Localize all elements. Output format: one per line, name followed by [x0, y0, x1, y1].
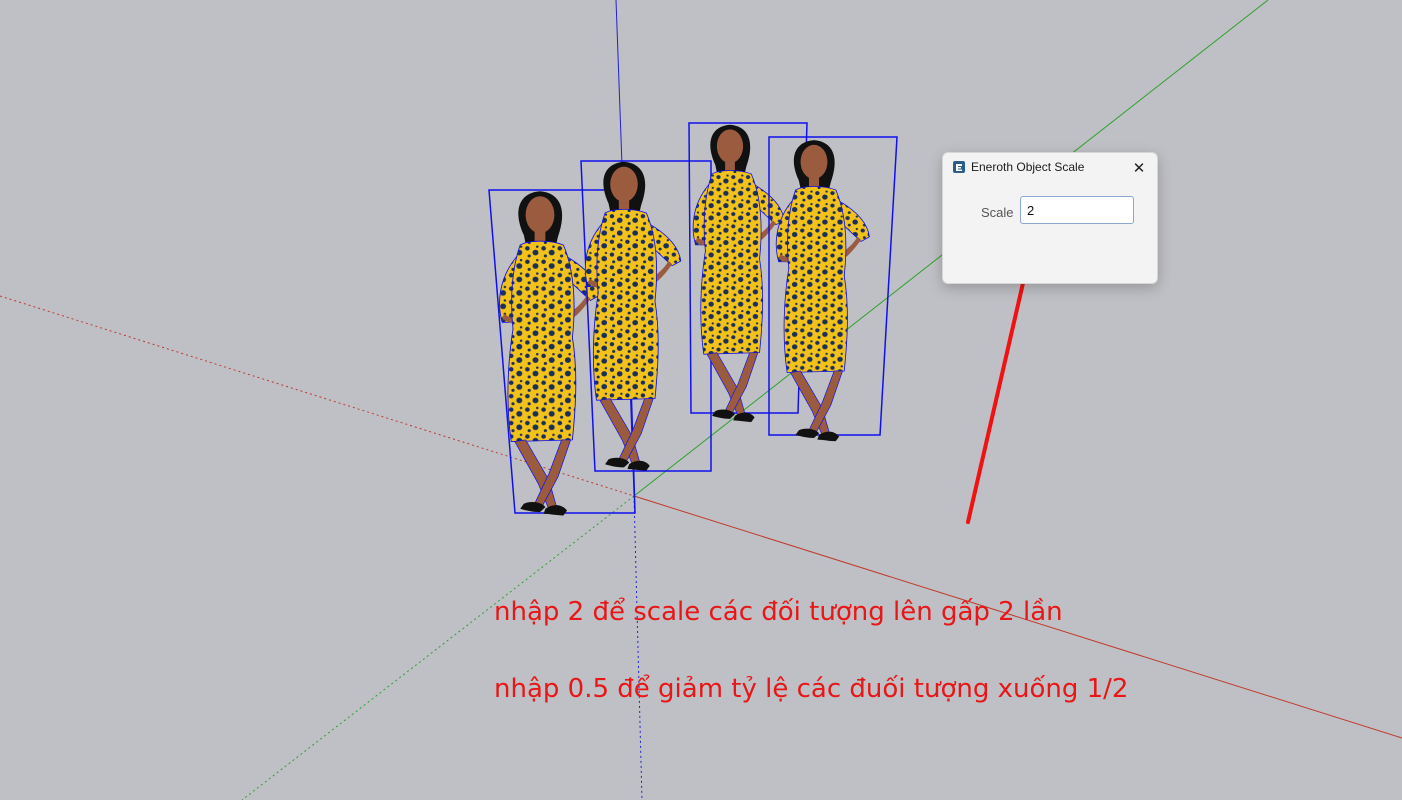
scale-label: Scale	[981, 205, 1014, 220]
close-icon[interactable]: ✕	[1129, 158, 1149, 178]
figure-component-2[interactable]	[580, 160, 712, 472]
blue-axis-dotted	[633, 495, 643, 800]
eneroth-object-scale-dialog[interactable]: Eneroth Object Scale ✕ Scale	[942, 152, 1158, 284]
eneroth-app-icon	[953, 161, 965, 173]
dialog-titlebar[interactable]: Eneroth Object Scale ✕	[943, 153, 1157, 183]
dialog-title: Eneroth Object Scale	[971, 160, 1085, 174]
figure-component-4[interactable]	[768, 136, 898, 442]
scale-input[interactable]	[1020, 196, 1134, 224]
annotation-scale-down: nhập 0.5 để giảm tỷ lệ các đuối tượng xu…	[494, 674, 1129, 704]
annotation-scale-up: nhập 2 để scale các đối tượng lên gấp 2 …	[494, 597, 1063, 627]
green-axis-dotted	[241, 495, 635, 800]
